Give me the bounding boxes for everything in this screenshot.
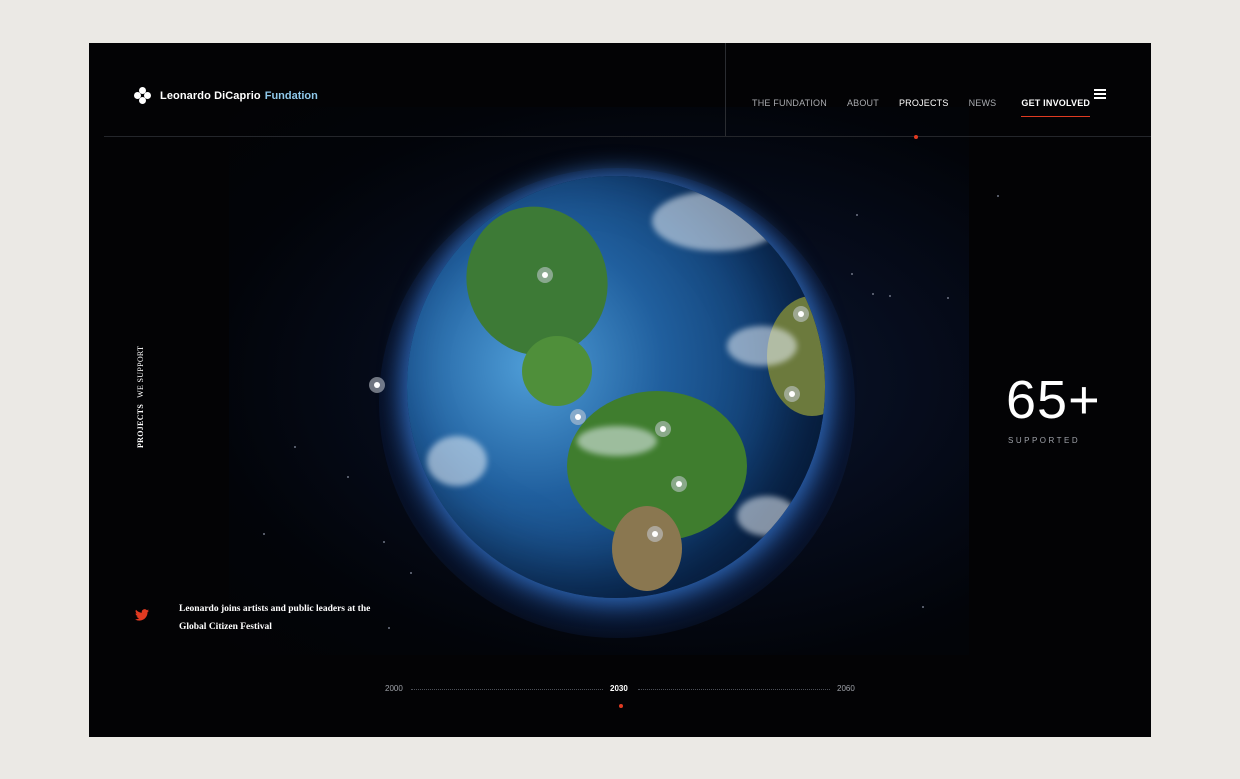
project-marker[interactable] <box>671 476 687 492</box>
side-label-bold: PROJECTS <box>136 403 145 448</box>
brand-logo-link[interactable]: Leonardo DiCaprio Fundation <box>134 87 318 104</box>
star <box>263 533 265 535</box>
timeline-year-2000[interactable]: 2000 <box>385 684 403 693</box>
cloud <box>652 191 782 251</box>
star <box>997 195 999 197</box>
timeline-year-2060[interactable]: 2060 <box>837 684 855 693</box>
star <box>294 446 296 448</box>
news-headline[interactable]: Leonardo joins artists and public leader… <box>179 600 394 636</box>
header-divider-vertical <box>725 43 726 136</box>
diamond-cluster-logo-icon <box>134 87 151 104</box>
project-marker[interactable] <box>647 526 663 542</box>
nav-item-the-fundation[interactable]: THE FUNDATION <box>752 98 827 108</box>
star <box>889 295 891 297</box>
header-divider-horizontal <box>104 136 1151 137</box>
project-marker[interactable] <box>793 306 809 322</box>
projects-count: 65+ <box>1006 370 1101 430</box>
star <box>872 293 874 295</box>
project-marker[interactable] <box>570 409 586 425</box>
timeline-current-dot <box>619 704 623 708</box>
project-marker[interactable] <box>537 267 553 283</box>
star <box>383 541 385 543</box>
cloud <box>577 426 657 456</box>
side-label-regular: WE SUPPORT <box>136 345 145 398</box>
nav-item-news[interactable]: NEWS <box>969 98 997 108</box>
star <box>922 606 924 608</box>
central-america <box>522 336 592 406</box>
star <box>410 572 412 574</box>
cloud <box>737 496 797 536</box>
side-section-label: PROJECTS WE SUPPORT <box>136 346 145 448</box>
nav-indicator-dot <box>914 135 918 139</box>
site-frame: Leonardo DiCaprio Fundation THE FUNDATIO… <box>89 43 1151 737</box>
south-america-tip <box>612 506 682 591</box>
star <box>347 476 349 478</box>
earth-globe <box>407 176 825 598</box>
star <box>851 273 853 275</box>
cloud <box>427 436 487 486</box>
timeline-track <box>638 689 830 690</box>
nav-item-about[interactable]: ABOUT <box>847 98 879 108</box>
timeline-track <box>411 689 603 690</box>
project-marker[interactable] <box>369 377 385 393</box>
nav-item-projects[interactable]: PROJECTS <box>899 98 949 108</box>
star <box>947 297 949 299</box>
twitter-icon[interactable] <box>135 609 149 621</box>
brand-accent: Fundation <box>264 89 318 102</box>
brand-name: Leonardo DiCaprio <box>160 89 261 102</box>
project-marker[interactable] <box>655 421 671 437</box>
main-nav: THE FUNDATION ABOUT PROJECTS NEWS GET IN… <box>752 89 1090 117</box>
timeline-year-2030[interactable]: 2030 <box>610 684 628 693</box>
project-marker[interactable] <box>784 386 800 402</box>
projects-count-label: SUPPORTED <box>1008 436 1081 445</box>
star <box>856 214 858 216</box>
cloud <box>727 326 797 366</box>
get-involved-button[interactable]: GET INVOLVED <box>1021 98 1090 117</box>
hamburger-icon[interactable] <box>1094 89 1106 99</box>
